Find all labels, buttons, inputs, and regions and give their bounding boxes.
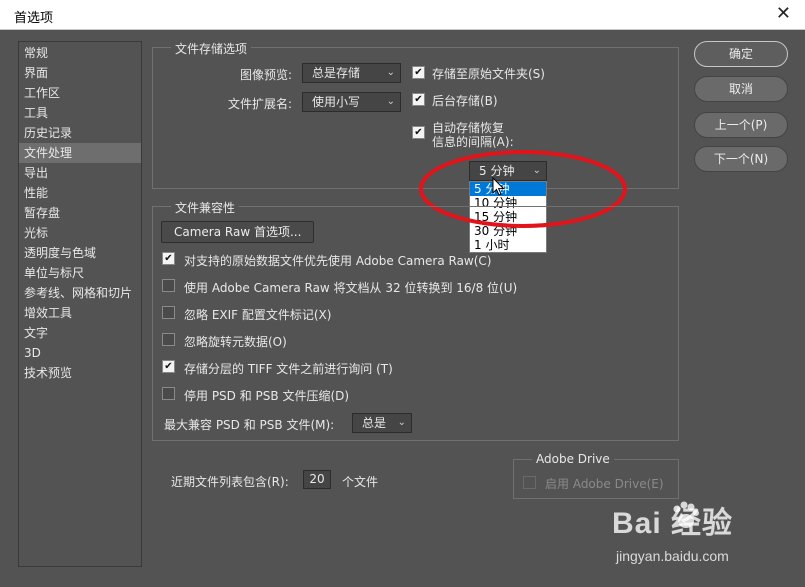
compat-option-checkbox[interactable] xyxy=(162,387,175,400)
checkmark-icon: ✔ xyxy=(164,253,173,264)
sidebar-item-interface[interactable]: 界面 xyxy=(19,63,141,83)
autosave-checkbox[interactable]: ✔ xyxy=(412,126,425,139)
sidebar-item-transparency[interactable]: 透明度与色域 xyxy=(19,243,141,263)
sidebar-item-guides-grid[interactable]: 参考线、网格和切片 xyxy=(19,283,141,303)
sidebar-item-history[interactable]: 历史记录 xyxy=(19,123,141,143)
title-bar: 首选项 ✕ xyxy=(0,0,805,30)
sidebar-item-tech-preview[interactable]: 技术预览 xyxy=(19,363,141,383)
compat-option-label: 使用 Adobe Camera Raw 将文档从 32 位转换到 16/8 位(… xyxy=(184,281,518,295)
checkmark-icon: ✔ xyxy=(414,127,423,138)
file-compat-title: 文件兼容性 xyxy=(171,199,240,216)
recent-files-suffix: 个文件 xyxy=(342,475,379,489)
sidebar-item-file-handling[interactable]: 文件处理 xyxy=(19,143,141,163)
close-icon[interactable]: ✕ xyxy=(776,3,791,24)
file-saving-title: 文件存储选项 xyxy=(171,40,252,57)
sidebar-item-type[interactable]: 文字 xyxy=(19,323,141,343)
next-button[interactable]: 下一个(N) xyxy=(694,146,788,172)
compat-option-label: 忽略旋转元数据(O) xyxy=(184,335,287,349)
sidebar-item-general[interactable]: 常规 xyxy=(19,43,141,63)
checkmark-icon: ✔ xyxy=(414,94,423,105)
window-title: 首选项 xyxy=(14,11,54,26)
compat-option-checkbox[interactable] xyxy=(162,333,175,346)
mouse-pointer-icon xyxy=(492,177,505,196)
sidebar-item-export[interactable]: 导出 xyxy=(19,163,141,183)
checkmark-icon: ✔ xyxy=(164,361,173,372)
baidu-watermark: Bai 经验 jingyan.baidu.com xyxy=(612,498,792,578)
chevron-down-icon: ⌄ xyxy=(397,417,406,428)
image-preview-label: 图像预览: xyxy=(240,68,293,82)
save-to-original-checkbox[interactable]: ✔ xyxy=(412,66,425,79)
compat-option-checkbox[interactable]: ✔ xyxy=(162,252,175,265)
max-compat-value: 总是 xyxy=(362,416,387,430)
sidebar-item-3d[interactable]: 3D xyxy=(19,343,141,363)
sidebar-item-workspace[interactable]: 工作区 xyxy=(19,83,141,103)
watermark-url: jingyan.baidu.com xyxy=(616,548,729,564)
compat-option-checkbox[interactable] xyxy=(162,279,175,292)
checkmark-icon: ✔ xyxy=(414,67,423,78)
background-save-label: 后台存储(B) xyxy=(432,94,498,108)
enable-adobe-drive-checkbox[interactable] xyxy=(523,476,536,489)
compat-option-label: 存储分层的 TIFF 文件之前进行询问 (T) xyxy=(184,362,393,376)
chevron-down-icon: ⌄ xyxy=(386,67,395,78)
sidebar-item-plugins[interactable]: 增效工具 xyxy=(19,303,141,323)
sidebar-item-cursors[interactable]: 光标 xyxy=(19,223,141,243)
max-compat-select[interactable]: 总是 ⌄ xyxy=(352,413,412,433)
save-to-original-label: 存储至原始文件夹(S) xyxy=(432,67,545,81)
cancel-button[interactable]: 取消 xyxy=(694,76,788,102)
file-ext-label: 文件扩展名: xyxy=(228,97,293,111)
recent-files-label: 近期文件列表包含(R): xyxy=(171,475,289,489)
sidebar-item-tools[interactable]: 工具 xyxy=(19,103,141,123)
baidu-paw-icon xyxy=(673,501,699,528)
sidebar-list: 常规 界面 工作区 工具 历史记录 文件处理 导出 性能 暂存盘 光标 透明度与… xyxy=(18,41,142,567)
max-compat-label: 最大兼容 PSD 和 PSB 文件(M): xyxy=(164,418,335,432)
enable-adobe-drive-label: 启用 Adobe Drive(E) xyxy=(545,477,664,491)
image-preview-value: 总是存储 xyxy=(312,66,361,80)
compat-option-checkbox[interactable] xyxy=(162,306,175,319)
file-ext-select[interactable]: 使用小写 ⌄ xyxy=(302,92,401,112)
adobe-drive-title: Adobe Drive xyxy=(532,452,614,466)
image-preview-select[interactable]: 总是存储 ⌄ xyxy=(302,63,401,83)
sidebar-item-performance[interactable]: 性能 xyxy=(19,183,141,203)
chevron-down-icon: ⌄ xyxy=(386,96,395,107)
sidebar-item-units-rulers[interactable]: 单位与标尺 xyxy=(19,263,141,283)
camera-raw-prefs-button[interactable]: Camera Raw 首选项... xyxy=(161,221,315,243)
compat-option-label: 对支持的原始数据文件优先使用 Adobe Camera Raw(C) xyxy=(184,254,492,268)
compat-option-label: 忽略 EXIF 配置文件标记(X) xyxy=(184,308,332,322)
file-ext-value: 使用小写 xyxy=(312,95,361,109)
compat-option-checkbox[interactable]: ✔ xyxy=(162,360,175,373)
previous-button[interactable]: 上一个(P) xyxy=(694,112,788,138)
sidebar-item-scratch-disks[interactable]: 暂存盘 xyxy=(19,203,141,223)
ok-button[interactable]: 确定 xyxy=(694,41,788,67)
compat-option-label: 停用 PSD 和 PSB 文件压缩(D) xyxy=(184,389,350,403)
background-save-checkbox[interactable]: ✔ xyxy=(412,93,425,106)
recent-files-count-input[interactable]: 20 xyxy=(303,470,331,489)
